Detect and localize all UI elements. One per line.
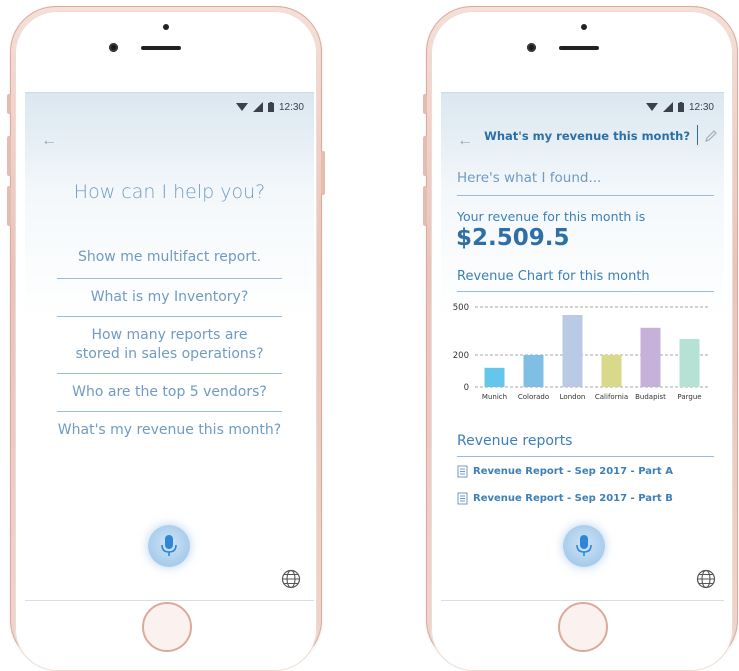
mute-switch xyxy=(423,94,427,114)
chart-xtick-label: London xyxy=(560,393,586,401)
suggestion-item[interactable]: Who are the top 5 vendors? xyxy=(57,374,282,412)
chart-bar xyxy=(523,355,544,387)
chart-xtick-label: California xyxy=(595,393,628,401)
screen-left: 12:30 ← How can I help you? Show me mult… xyxy=(25,92,314,601)
microphone-button[interactable] xyxy=(148,525,190,567)
suggestion-item[interactable]: What is my Inventory? xyxy=(57,279,282,317)
wifi-icon xyxy=(235,103,248,111)
camera-sensor xyxy=(163,24,169,30)
chart-bar xyxy=(562,315,583,387)
power-button xyxy=(321,151,325,195)
text-cursor xyxy=(697,125,698,145)
status-bar: 12:30 xyxy=(441,93,724,121)
chart-bar xyxy=(601,355,622,387)
reports-section-title: Revenue reports xyxy=(457,433,573,449)
arrow-left-icon[interactable]: ← xyxy=(457,133,473,149)
volume-up-button xyxy=(423,136,427,176)
chart-xtick-label: Munich xyxy=(482,393,507,401)
suggestion-item[interactable]: What's my revenue this month? xyxy=(57,412,282,449)
battery-icon xyxy=(267,102,274,112)
volume-down-button xyxy=(7,186,11,226)
chart-title: Revenue Chart for this month xyxy=(457,269,650,284)
chart-xtick-label: Colorado xyxy=(518,393,549,401)
status-time: 12:30 xyxy=(278,101,304,113)
signal-icon xyxy=(662,102,673,112)
divider xyxy=(457,291,714,292)
globe-icon[interactable] xyxy=(696,569,716,589)
report-link-label: Revenue Report - Sep 2017 - Part B xyxy=(473,493,673,504)
document-icon xyxy=(457,465,468,478)
status-time: 12:30 xyxy=(688,101,714,113)
screen-right: 12:30 ← What's my revenue this month? He… xyxy=(441,92,724,601)
signal-icon xyxy=(252,102,263,112)
volume-up-button xyxy=(7,136,11,176)
earpiece-speaker xyxy=(559,46,599,50)
report-link[interactable]: Revenue Report - Sep 2017 - Part A xyxy=(457,465,673,478)
revenue-label: Your revenue for this month is xyxy=(457,209,646,224)
document-icon xyxy=(457,492,468,505)
earpiece-speaker xyxy=(141,46,181,50)
chart-ytick-label: 200 xyxy=(453,351,469,361)
microphone-icon xyxy=(576,535,592,556)
response-intro: Here's what I found... xyxy=(457,170,602,186)
arrow-left-icon[interactable]: ← xyxy=(41,133,57,149)
chart-bar xyxy=(640,327,661,387)
camera-sensor xyxy=(581,24,587,30)
wifi-icon xyxy=(645,103,658,111)
front-camera xyxy=(109,43,118,52)
suggestion-item[interactable]: How many reports are stored in sales ope… xyxy=(57,317,282,374)
home-button[interactable] xyxy=(558,602,608,652)
divider xyxy=(457,195,714,196)
chart-bar xyxy=(484,367,505,387)
suggestion-item[interactable]: Show me multifact report. xyxy=(57,239,282,279)
home-button[interactable] xyxy=(142,602,192,652)
chart-bar xyxy=(679,339,700,387)
phone-frame-left: 12:30 ← How can I help you? Show me mult… xyxy=(7,6,325,671)
globe-icon[interactable] xyxy=(281,569,301,589)
query-input-text[interactable]: What's my revenue this month? xyxy=(484,129,690,143)
chart-xtick-label: Pargue xyxy=(677,393,701,401)
mute-switch xyxy=(7,94,11,114)
chart-xtick-label: Budapist xyxy=(635,393,666,401)
front-camera xyxy=(527,43,536,52)
pencil-icon[interactable] xyxy=(704,129,718,143)
microphone-icon xyxy=(161,535,177,556)
chart-ytick-label: 0 xyxy=(464,383,469,393)
microphone-button[interactable] xyxy=(563,525,605,567)
report-link-label: Revenue Report - Sep 2017 - Part A xyxy=(473,466,673,477)
chart-ytick-label: 500 xyxy=(453,303,469,313)
revenue-bar-chart: 0 200 500 Munich Colorado London California Bud… xyxy=(453,303,709,401)
battery-icon xyxy=(677,102,684,112)
divider xyxy=(457,456,714,457)
suggestion-list: Show me multifact report. What is my Inv… xyxy=(57,239,282,449)
revenue-value: $2.509.5 xyxy=(456,225,570,251)
status-bar: 12:30 xyxy=(25,93,314,121)
report-link[interactable]: Revenue Report - Sep 2017 - Part B xyxy=(457,492,673,505)
page-title: How can I help you? xyxy=(73,181,266,203)
volume-down-button xyxy=(423,186,427,226)
phone-frame-right: 12:30 ← What's my revenue this month? He… xyxy=(423,6,738,671)
